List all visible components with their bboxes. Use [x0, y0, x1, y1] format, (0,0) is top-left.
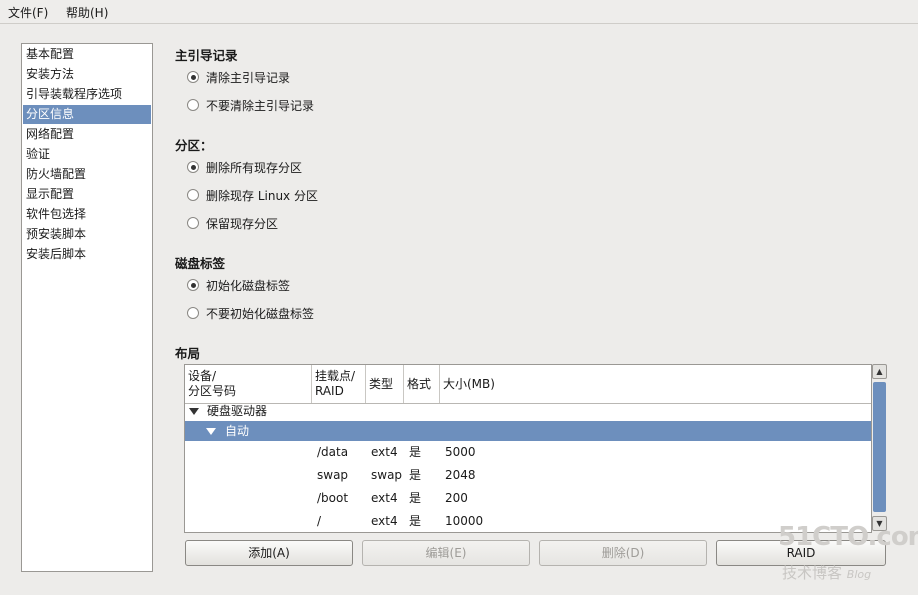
sidebar-item-install-method[interactable]: 安装方法	[23, 65, 151, 84]
sidebar-item-display[interactable]: 显示配置	[23, 185, 151, 204]
table-row[interactable]: swap swap 是 2048	[185, 465, 871, 485]
disklabel-title: 磁盘标签	[175, 256, 226, 271]
menu-bar: 文件(F) 帮助(H)	[0, 0, 918, 24]
sidebar: 基本配置 安装方法 引导装载程序选项 分区信息 网络配置 验证 防火墙配置 显示…	[21, 43, 153, 572]
no-init-disklabel-label[interactable]: 不要初始化磁盘标签	[206, 305, 314, 322]
layout-title: 布局	[175, 346, 201, 361]
init-disklabel-label[interactable]: 初始化磁盘标签	[206, 277, 290, 294]
tree-row-drives[interactable]: 硬盘驱动器	[185, 401, 871, 421]
remove-all-radio[interactable]	[187, 161, 199, 173]
partition-table[interactable]: 设备/ 分区号码 挂载点/ RAID 类型 格式 大小(MB) 硬盘驱动器 自动…	[184, 364, 872, 533]
sidebar-item-network[interactable]: 网络配置	[23, 125, 151, 144]
sidebar-item-pre-script[interactable]: 预安装脚本	[23, 225, 151, 244]
sidebar-item-packages[interactable]: 软件包选择	[23, 205, 151, 224]
sidebar-item-firewall[interactable]: 防火墙配置	[23, 165, 151, 184]
table-row[interactable]: /data ext4 是 5000	[185, 442, 871, 462]
keep-partitions-radio[interactable]	[187, 217, 199, 229]
no-init-disklabel-radio[interactable]	[187, 307, 199, 319]
remove-linux-label[interactable]: 删除现存 Linux 分区	[206, 187, 318, 204]
mbr-clear-radio[interactable]	[187, 71, 199, 83]
sidebar-item-post-script[interactable]: 安装后脚本	[23, 245, 151, 264]
tree-row-auto[interactable]: 自动	[185, 421, 871, 441]
menu-help[interactable]: 帮助(H)	[66, 4, 108, 21]
column-header-size[interactable]: 大小(MB)	[440, 365, 871, 403]
keep-partitions-label[interactable]: 保留现存分区	[206, 215, 278, 232]
auto-label: 自动	[225, 424, 250, 438]
scroll-thumb[interactable]	[873, 382, 886, 512]
column-header-type[interactable]: 类型	[366, 365, 404, 403]
sidebar-item-bootloader[interactable]: 引导装载程序选项	[23, 85, 151, 104]
mbr-title: 主引导记录	[175, 48, 238, 63]
column-header-device[interactable]: 设备/ 分区号码	[185, 365, 312, 403]
column-header-format[interactable]: 格式	[404, 365, 440, 403]
add-button[interactable]: 添加(A)	[185, 540, 353, 566]
table-row[interactable]: /boot ext4 是 200	[185, 488, 871, 508]
delete-button[interactable]: 删除(D)	[539, 540, 707, 566]
remove-all-label[interactable]: 删除所有现存分区	[206, 159, 302, 176]
drives-label: 硬盘驱动器	[207, 404, 268, 418]
menu-file[interactable]: 文件(F)	[8, 4, 48, 21]
expander-down-icon[interactable]	[189, 408, 199, 415]
scroll-up-icon[interactable]: ▲	[872, 364, 887, 379]
sidebar-item-auth[interactable]: 验证	[23, 145, 151, 164]
sidebar-item-basic[interactable]: 基本配置	[23, 45, 151, 64]
watermark-text: 51CTO.com	[778, 522, 918, 552]
remove-linux-radio[interactable]	[187, 189, 199, 201]
mbr-keep-label[interactable]: 不要清除主引导记录	[206, 97, 314, 114]
mbr-clear-label[interactable]: 清除主引导记录	[206, 69, 290, 86]
expander-down-icon[interactable]	[206, 428, 216, 435]
partitions-title: 分区：	[175, 138, 213, 153]
table-row[interactable]: / ext4 是 10000	[185, 511, 871, 531]
init-disklabel-radio[interactable]	[187, 279, 199, 291]
watermark-subtext: 技术博客 Blog	[782, 564, 872, 582]
edit-button[interactable]: 编辑(E)	[362, 540, 530, 566]
column-header-mount[interactable]: 挂载点/ RAID	[312, 365, 366, 403]
sidebar-item-partition[interactable]: 分区信息	[23, 105, 151, 124]
vertical-scrollbar[interactable]: ▲ ▼	[872, 364, 887, 531]
mbr-keep-radio[interactable]	[187, 99, 199, 111]
